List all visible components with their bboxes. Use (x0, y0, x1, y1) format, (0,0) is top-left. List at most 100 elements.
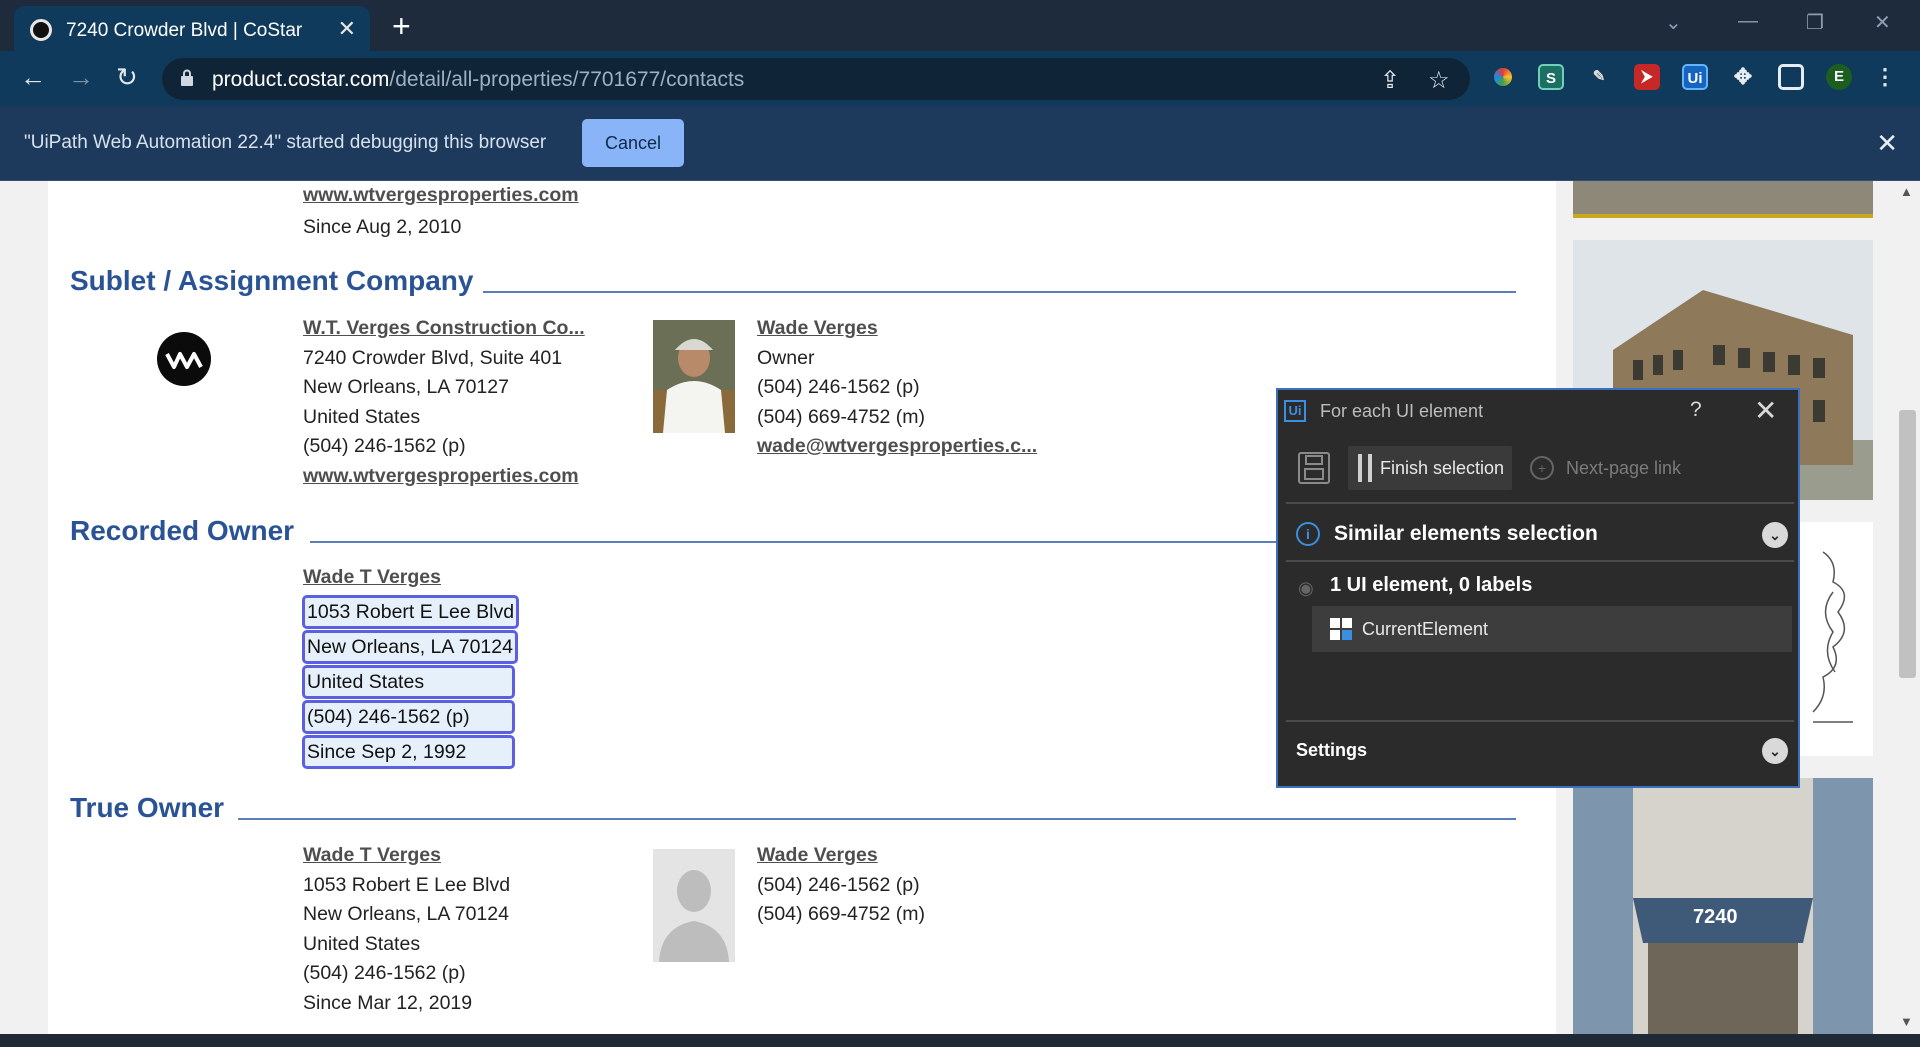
help-icon[interactable]: ? (1690, 398, 1702, 422)
wtv-logo-icon (157, 332, 211, 386)
save-icon[interactable] (1298, 452, 1330, 484)
profile-avatar[interactable]: E (1826, 64, 1852, 90)
scroll-up-icon[interactable]: ▲ (1900, 184, 1913, 199)
s-extension-icon[interactable]: S (1538, 64, 1564, 90)
sublet-contact-email-link[interactable]: wade@wtvergesproperties.c... (757, 435, 1037, 458)
sublet-heading: Sublet / Assignment Company (70, 265, 484, 297)
true-owner-contact-name-link[interactable]: Wade Verges (757, 844, 878, 867)
browser-toolbar: ← → ↻ product.costar.com/detail/all-prop… (0, 51, 1920, 106)
current-element-row[interactable]: CurrentElement (1312, 606, 1792, 652)
similar-elements-heading: Similar elements selection (1334, 522, 1598, 545)
restore-icon[interactable]: ❐ (1806, 10, 1824, 35)
panel-divider (1286, 720, 1794, 722)
back-button[interactable]: ← (20, 62, 46, 93)
infobar-close-icon[interactable]: ✕ (1876, 128, 1898, 159)
panel-divider (1286, 502, 1794, 504)
panel-close-icon[interactable]: ✕ (1754, 394, 1777, 427)
recorded-owner-country[interactable]: United States (302, 665, 515, 699)
recorded-owner-rule (310, 541, 1310, 543)
recorded-owner-address1[interactable]: 1053 Robert E Lee Blvd (302, 595, 520, 629)
property-image-entrance[interactable]: 7240 (1573, 778, 1873, 1034)
settings-label[interactable]: Settings (1296, 740, 1367, 761)
similar-elements-collapse-icon[interactable]: ⌄ (1762, 522, 1788, 548)
scroll-down-icon[interactable]: ▼ (1900, 1014, 1913, 1029)
color-extension-icon[interactable] (1490, 64, 1516, 90)
sublet-country: United States (303, 406, 421, 428)
address-bar[interactable]: product.costar.com/detail/all-properties… (162, 58, 1470, 100)
panel-divider (1286, 560, 1794, 562)
tab-search-icon[interactable]: ⌄ (1665, 10, 1682, 35)
tab-close-icon[interactable]: ✕ (338, 16, 356, 42)
window-close-icon[interactable]: ✕ (1874, 10, 1891, 35)
finish-selection-button[interactable]: Finish selection (1348, 446, 1512, 490)
uipath-for-each-panel: Ui For each UI element ? ✕ Finish select… (1276, 388, 1800, 788)
tab-title: 7240 Crowder Blvd | CoStar (66, 20, 303, 41)
recorded-owner-address2[interactable]: New Orleans, LA 70124 (302, 630, 518, 664)
wade-verges-photo (653, 320, 735, 433)
panel-title: For each UI element (1320, 401, 1484, 421)
true-owner-address2: New Orleans, LA 70124 (303, 903, 509, 925)
finish-selection-label: Finish selection (1380, 458, 1505, 478)
reload-button[interactable]: ↻ (116, 62, 138, 93)
true-owner-heading: True Owner (70, 792, 235, 824)
sublet-website-link[interactable]: www.wtvergesproperties.com (303, 465, 579, 488)
prev-website-link[interactable]: www.wtvergesproperties.com (303, 184, 579, 207)
eyedropper-extension-icon[interactable]: ✎ (1586, 64, 1612, 90)
true-owner-address1: 1053 Robert E Lee Blvd (303, 874, 511, 896)
true-owner-rule (238, 818, 1516, 820)
recorded-owner-since[interactable]: Since Sep 2, 1992 (302, 735, 515, 769)
scrollbar-thumb[interactable] (1899, 410, 1916, 678)
new-tab-button[interactable]: + (392, 8, 411, 45)
true-owner-contact-phone-m: (504) 669-4752 (m) (757, 903, 925, 925)
sublet-phone: (504) 246-1562 (p) (303, 435, 466, 457)
infobar-cancel-button[interactable]: Cancel (582, 119, 684, 167)
recorded-owner-name-link[interactable]: Wade T Verges (303, 566, 441, 589)
url-text: product.costar.com/detail/all-properties… (212, 68, 745, 91)
costar-favicon-icon (30, 19, 52, 41)
bookmark-star-icon[interactable]: ☆ (1428, 66, 1450, 95)
lock-icon (181, 69, 193, 86)
uipath-extension-icon[interactable]: Ui (1682, 64, 1708, 90)
sublet-address2: New Orleans, LA 70127 (303, 376, 509, 398)
browser-tab[interactable]: 7240 Crowder Blvd | CoStar ✕ (14, 6, 370, 51)
true-owner-country: United States (303, 933, 421, 955)
pdf-extension-icon[interactable]: ⮞ (1634, 64, 1660, 90)
true-owner-phone: (504) 246-1562 (p) (303, 962, 466, 984)
extensions-puzzle-icon[interactable]: ✥ (1730, 64, 1756, 90)
infobar-message: "UiPath Web Automation 22.4" started deb… (24, 132, 547, 153)
os-taskbar (0, 1034, 1920, 1047)
sublet-company-link[interactable]: W.T. Verges Construction Co... (303, 317, 585, 340)
prev-since-text: Since Aug 2, 2010 (303, 216, 462, 238)
element-count-label: 1 UI element, 0 labels (1330, 574, 1533, 596)
true-owner-contact-phone-p: (504) 246-1562 (p) (757, 874, 920, 896)
sublet-rule (480, 291, 1516, 293)
settings-expand-icon[interactable]: ⌄ (1762, 738, 1788, 764)
recorded-owner-heading: Recorded Owner (70, 515, 305, 547)
property-image-parking[interactable] (1573, 181, 1873, 218)
debugging-infobar: "UiPath Web Automation 22.4" started deb… (0, 106, 1920, 181)
minimize-icon[interactable]: — (1738, 10, 1758, 33)
next-page-link-button[interactable]: Next-page link (1566, 458, 1681, 479)
recorded-owner-phone[interactable]: (504) 246-1562 (p) (302, 700, 515, 734)
true-owner-since: Since Mar 12, 2019 (303, 992, 473, 1014)
browser-titlebar: 7240 Crowder Blvd | CoStar ✕ + ⌄ — ❐ ✕ (0, 0, 1920, 51)
true-owner-name-link[interactable]: Wade T Verges (303, 844, 441, 867)
uipath-logo-icon: Ui (1284, 400, 1306, 422)
sublet-contact-name-link[interactable]: Wade Verges (757, 317, 878, 340)
sublet-address1: 7240 Crowder Blvd, Suite 401 (303, 347, 563, 369)
info-icon: i (1296, 522, 1320, 546)
sublet-contact-phone-m: (504) 669-4752 (m) (757, 406, 925, 428)
eye-icon[interactable]: ◉ (1298, 578, 1314, 599)
sublet-contact-title: Owner (757, 347, 815, 369)
pause-icon (1358, 454, 1372, 482)
sublet-contact-phone-p: (504) 246-1562 (p) (757, 376, 920, 398)
browser-menu-icon[interactable]: ⋮ (1872, 64, 1898, 90)
share-icon[interactable]: ⇪ (1380, 66, 1400, 95)
side-panel-icon[interactable] (1778, 64, 1804, 90)
forward-button[interactable]: → (68, 62, 94, 93)
building-sign-number: 7240 (1693, 906, 1738, 928)
placeholder-avatar-icon (653, 849, 735, 962)
next-page-link-icon[interactable]: + (1530, 456, 1554, 480)
current-element-label: CurrentElement (1362, 619, 1489, 639)
element-grid-icon (1330, 618, 1354, 642)
